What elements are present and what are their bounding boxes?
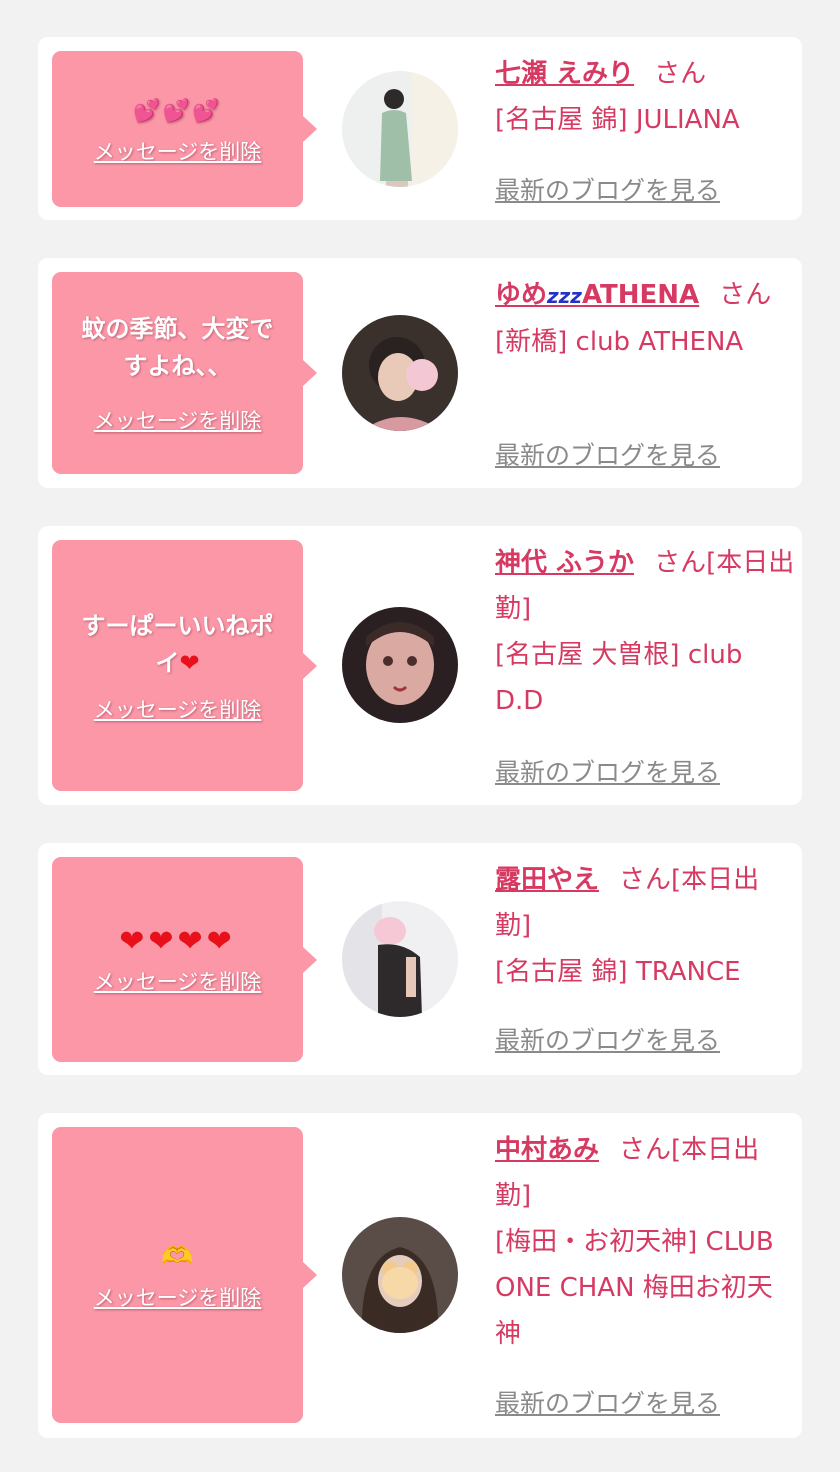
delete-message-link[interactable]: メッセージを削除 xyxy=(94,694,262,724)
shop-name: [名古屋 大曽根] club D.D xyxy=(495,640,743,716)
cast-info: ゆめzzzATHENA さん [新橋] club ATHENA xyxy=(495,272,795,365)
message-card: 🫶 メッセージを削除 中村あみ さん[本日出勤] [梅田・お初天神] CLUB O… xyxy=(38,1113,802,1438)
message-card: 蚊の季節、大変ですよね、、 メッセージを削除 ゆめzzzATHENA さん [新橋… xyxy=(38,258,802,488)
message-bubble: すーぱーいいねポイ❤ メッセージを削除 xyxy=(52,540,317,791)
latest-blog-link[interactable]: 最新のブログを見る xyxy=(495,753,720,789)
latest-blog-link[interactable]: 最新のブログを見る xyxy=(495,1021,720,1057)
cast-name-link[interactable]: ゆめzzzATHENA xyxy=(495,280,699,310)
avatar[interactable] xyxy=(342,901,458,1017)
delete-message-link[interactable]: メッセージを削除 xyxy=(94,966,262,996)
avatar[interactable] xyxy=(342,1217,458,1333)
cast-info: 神代 ふうか さん[本日出勤] [名古屋 大曽根] club D.D xyxy=(495,540,795,724)
message-card: 💕💕💕 メッセージを削除 七瀬 えみり さん [名古屋 錦] JULIANA 最新… xyxy=(38,37,802,220)
avatar[interactable] xyxy=(342,315,458,431)
zzz-emoji: zzz xyxy=(547,284,582,308)
message-text: 💕💕💕 xyxy=(133,98,222,124)
message-bubble: 🫶 メッセージを削除 xyxy=(52,1127,317,1423)
cast-name-link[interactable]: 七瀬 えみり xyxy=(495,59,634,89)
message-bubble: 蚊の季節、大変ですよね、、 メッセージを削除 xyxy=(52,272,317,474)
heart-emoji: ❤ xyxy=(179,648,200,677)
message-card: ❤❤❤❤ メッセージを削除 露田やえ さん[本日出勤] [名古屋 錦] TRANC… xyxy=(38,843,802,1075)
delete-message-link[interactable]: メッセージを削除 xyxy=(94,405,262,435)
message-body: すーぱーいいねポイ xyxy=(81,611,274,677)
avatar[interactable] xyxy=(342,607,458,723)
shop-name: [名古屋 錦] TRANCE xyxy=(495,957,741,987)
cast-info: 七瀬 えみり さん [名古屋 錦] JULIANA xyxy=(495,51,795,143)
message-text: 🫶 xyxy=(161,1241,194,1272)
message-bubble: 💕💕💕 メッセージを削除 xyxy=(52,51,317,207)
delete-message-link[interactable]: メッセージを削除 xyxy=(94,136,262,166)
delete-message-link[interactable]: メッセージを削除 xyxy=(94,1282,262,1312)
message-text: ❤❤❤❤ xyxy=(119,923,236,959)
shop-name: [梅田・お初天神] CLUB ONE CHAN 梅田お初天神 xyxy=(495,1227,774,1349)
cast-name-link[interactable]: 中村あみ xyxy=(495,1135,599,1165)
latest-blog-link[interactable]: 最新のブログを見る xyxy=(495,436,720,472)
latest-blog-link[interactable]: 最新のブログを見る xyxy=(495,1384,720,1420)
message-text: 蚊の季節、大変ですよね、、 xyxy=(81,315,274,380)
message-list: 💕💕💕 メッセージを削除 七瀬 えみり さん [名古屋 錦] JULIANA 最新… xyxy=(0,0,840,1472)
cast-name-link[interactable]: 神代 ふうか xyxy=(495,548,634,578)
shop-name: [名古屋 錦] JULIANA xyxy=(495,105,740,135)
name-part: ATHENA xyxy=(581,280,700,310)
honorific: さん xyxy=(719,280,772,310)
name-part: ゆめ xyxy=(495,280,548,310)
shop-name: [新橋] club ATHENA xyxy=(495,327,744,357)
message-card: すーぱーいいねポイ❤ メッセージを削除 神代 ふうか さん[本日出勤] [名古屋 … xyxy=(38,526,802,805)
avatar[interactable] xyxy=(342,71,458,187)
cast-info: 露田やえ さん[本日出勤] [名古屋 錦] TRANCE xyxy=(495,857,795,995)
cast-info: 中村あみ さん[本日出勤] [梅田・お初天神] CLUB ONE CHAN 梅田お… xyxy=(495,1127,795,1357)
message-bubble: ❤❤❤❤ メッセージを削除 xyxy=(52,857,317,1062)
message-text: すーぱーいいねポイ❤ xyxy=(63,608,293,682)
latest-blog-link[interactable]: 最新のブログを見る xyxy=(495,171,720,207)
honorific: さん xyxy=(654,59,707,89)
cast-name-link[interactable]: 露田やえ xyxy=(495,865,599,895)
